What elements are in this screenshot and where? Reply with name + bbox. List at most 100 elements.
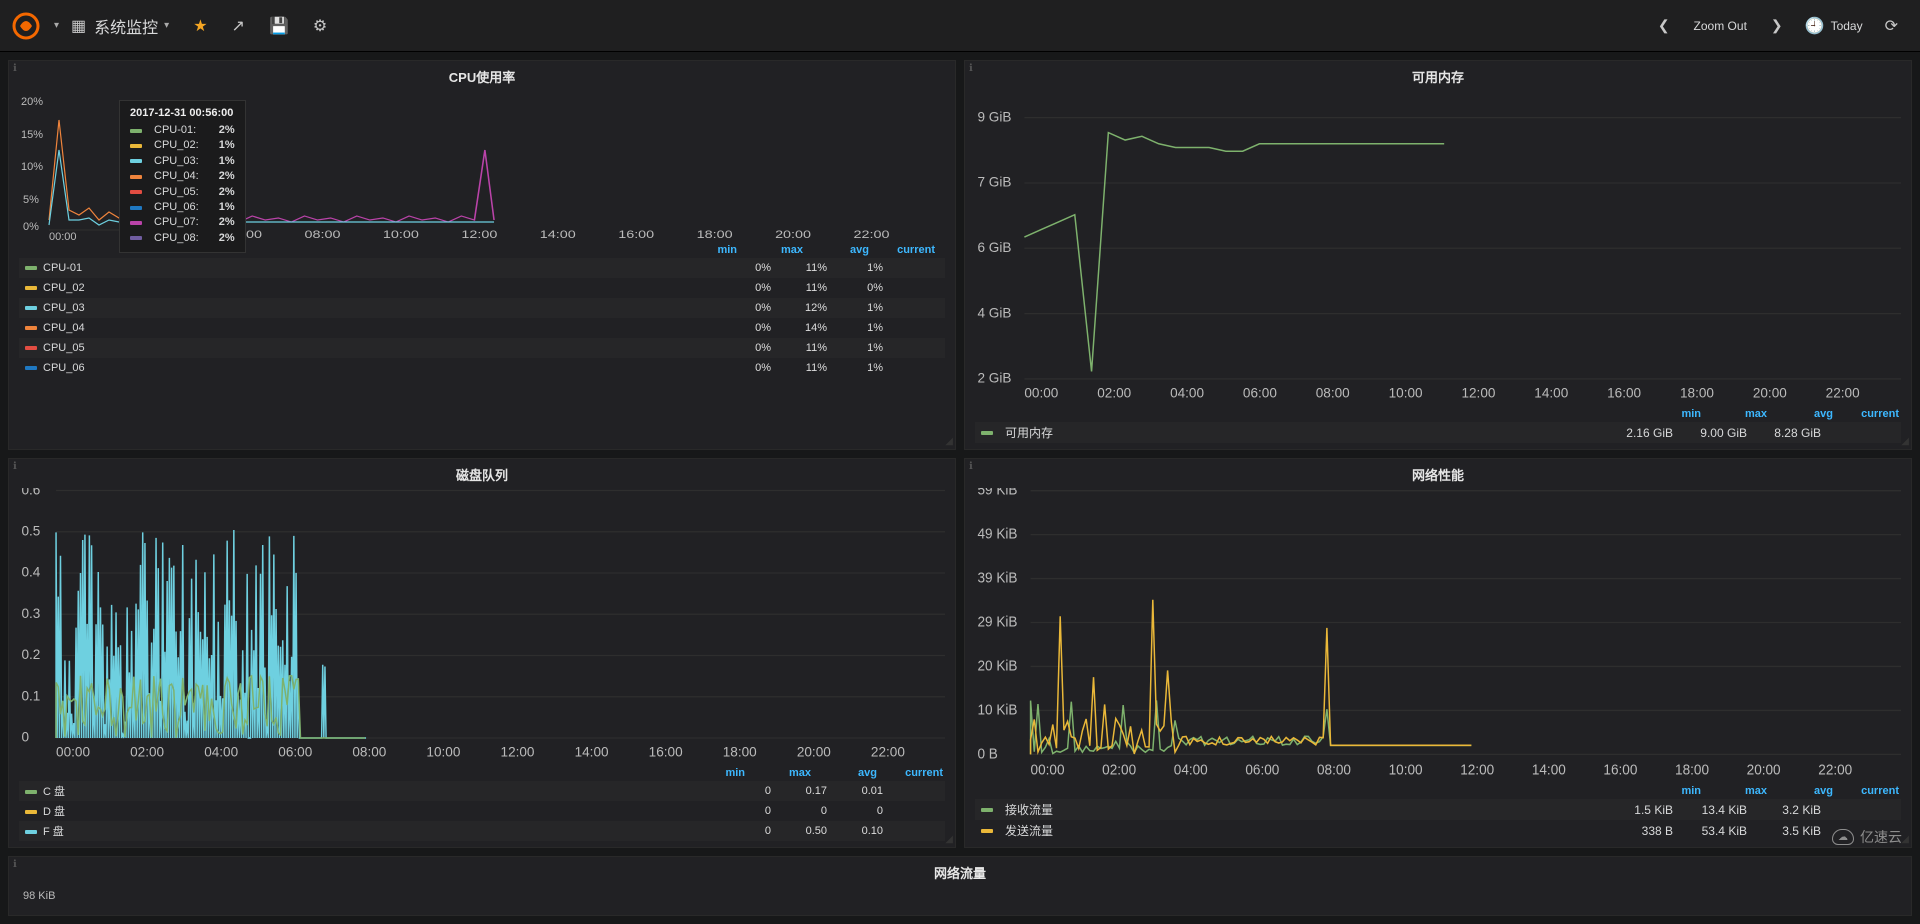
- svg-text:08:00: 08:00: [305, 228, 341, 240]
- panel-menu-icon[interactable]: ℹ: [969, 63, 973, 74]
- save-icon: 💾: [269, 16, 289, 36]
- legend-col-avg[interactable]: avg: [1785, 785, 1833, 797]
- svg-text:12:00: 12:00: [1461, 386, 1495, 401]
- legend-row[interactable]: 发送流量338 B53.4 KiB3.5 KiB: [975, 820, 1901, 841]
- legend-col-max[interactable]: max: [1719, 785, 1767, 797]
- legend-col-min[interactable]: min: [1653, 785, 1701, 797]
- legend-row[interactable]: CPU_030%12%1%: [19, 298, 945, 318]
- legend-col-min[interactable]: min: [1653, 408, 1701, 420]
- panel-menu-icon[interactable]: ℹ: [13, 461, 17, 472]
- svg-text:14:00: 14:00: [1532, 761, 1566, 778]
- panel-network: ℹ 网络性能 0 B10 KiB20 KiB29 KiB39 KiB49 KiB…: [964, 458, 1912, 848]
- svg-text:16:00: 16:00: [1603, 761, 1637, 778]
- disk-chart[interactable]: 00.10.20.30.40.50.6 00:0002:0004:0006:00…: [19, 488, 945, 763]
- panel-title[interactable]: CPU使用率: [9, 61, 955, 90]
- legend-col-min[interactable]: min: [697, 767, 745, 779]
- panel-title[interactable]: 网络性能: [965, 459, 1911, 488]
- legend-col-max[interactable]: max: [763, 767, 811, 779]
- panel-menu-icon[interactable]: ℹ: [13, 859, 17, 870]
- legend-row[interactable]: CPU_040%14%1%: [19, 318, 945, 338]
- legend-col-max[interactable]: max: [1719, 408, 1767, 420]
- svg-text:20:00: 20:00: [1747, 761, 1781, 778]
- legend-col-avg[interactable]: avg: [829, 767, 877, 779]
- y-tick-label: 98 KiB: [9, 886, 1911, 906]
- svg-text:6 GiB: 6 GiB: [977, 240, 1011, 255]
- legend-row[interactable]: CPU_060%11%1%: [19, 358, 945, 378]
- resize-handle-icon[interactable]: ◢: [945, 436, 953, 447]
- time-back-button[interactable]: ❮: [1646, 9, 1682, 42]
- top-navbar: ▾ ▦ 系统监控 ▾ ★ ↗ 💾 ⚙ ❮ Zoom Out ❯ 🕘 Today …: [0, 0, 1920, 52]
- svg-text:15%: 15%: [21, 129, 43, 141]
- legend-row[interactable]: F 盘00.500.10: [19, 821, 945, 841]
- legend-row[interactable]: C 盘00.170.01: [19, 781, 945, 801]
- legend-col-avg[interactable]: avg: [1785, 408, 1833, 420]
- legend-col-max[interactable]: max: [755, 244, 803, 256]
- watermark: ☁ 亿速云: [1832, 827, 1902, 847]
- refresh-button[interactable]: ⟳: [1873, 8, 1910, 44]
- svg-text:08:00: 08:00: [1317, 761, 1351, 778]
- svg-text:0.2: 0.2: [21, 647, 40, 662]
- svg-text:16:00: 16:00: [618, 228, 654, 240]
- legend-row[interactable]: 可用内存2.16 GiB9.00 GiB8.28 GiB: [975, 422, 1901, 443]
- time-range-picker[interactable]: 🕘 Today: [1795, 8, 1873, 44]
- legend-col-avg[interactable]: avg: [821, 244, 869, 256]
- memory-chart[interactable]: 2 GiB4 GiB6 GiB7 GiB9 GiB 00:0002:0004:0…: [975, 90, 1901, 404]
- panel-title[interactable]: 网络流量: [9, 857, 1911, 886]
- watermark-text: 亿速云: [1860, 827, 1902, 847]
- time-range-label: Today: [1831, 19, 1863, 33]
- legend-col-current[interactable]: current: [887, 244, 935, 256]
- gear-icon: ⚙: [313, 16, 327, 36]
- legend-col-current[interactable]: current: [895, 767, 943, 779]
- svg-text:06:00: 06:00: [1245, 761, 1279, 778]
- legend-row[interactable]: CPU-010%11%1%: [19, 258, 945, 278]
- panel-menu-icon[interactable]: ℹ: [969, 461, 973, 472]
- svg-text:22:00: 22:00: [1826, 386, 1860, 401]
- svg-text:20:00: 20:00: [797, 745, 831, 760]
- share-icon: ↗: [232, 16, 245, 36]
- share-button[interactable]: ↗: [220, 8, 257, 44]
- svg-text:02:00: 02:00: [130, 745, 164, 760]
- svg-text:0.3: 0.3: [21, 606, 40, 621]
- chevron-right-icon: ❯: [1771, 17, 1783, 34]
- grafana-logo-icon[interactable]: [10, 10, 42, 42]
- svg-text:2 GiB: 2 GiB: [977, 371, 1011, 386]
- svg-text:04:00: 04:00: [1170, 386, 1204, 401]
- svg-text:12:00: 12:00: [501, 745, 535, 760]
- svg-text:10:00: 10:00: [383, 228, 419, 240]
- network-chart[interactable]: 0 B10 KiB20 KiB29 KiB39 KiB49 KiB59 KiB …: [975, 488, 1901, 781]
- panel-title[interactable]: 可用内存: [965, 61, 1911, 90]
- svg-text:7 GiB: 7 GiB: [977, 175, 1011, 190]
- svg-text:00:00: 00:00: [49, 231, 77, 240]
- legend-col-min[interactable]: min: [689, 244, 737, 256]
- svg-text:5%: 5%: [23, 194, 39, 206]
- tooltip-row: CPU_04:2%: [130, 169, 235, 184]
- svg-text:18:00: 18:00: [1680, 386, 1714, 401]
- legend-col-current[interactable]: current: [1851, 785, 1899, 797]
- save-button[interactable]: 💾: [257, 8, 301, 44]
- svg-text:06:00: 06:00: [278, 745, 312, 760]
- cpu-main-chart[interactable]: 06:0008:0010:0012:0014:0016:0018:0020:00…: [213, 90, 945, 240]
- panel-menu-icon[interactable]: ℹ: [13, 63, 17, 74]
- time-forward-button[interactable]: ❯: [1759, 9, 1795, 42]
- legend-row[interactable]: CPU_020%11%0%: [19, 278, 945, 298]
- legend-row[interactable]: D 盘000: [19, 801, 945, 821]
- star-button[interactable]: ★: [181, 8, 219, 44]
- settings-button[interactable]: ⚙: [301, 8, 339, 44]
- legend-row[interactable]: 接收流量1.5 KiB13.4 KiB3.2 KiB: [975, 799, 1901, 820]
- panel-memory: ℹ 可用内存 2 GiB4 GiB6 GiB7 GiB9 GiB 00:0002…: [964, 60, 1912, 450]
- svg-text:00:00: 00:00: [56, 745, 90, 760]
- legend-col-current[interactable]: current: [1851, 408, 1899, 420]
- svg-text:12:00: 12:00: [1460, 761, 1494, 778]
- zoom-out-button[interactable]: Zoom Out: [1682, 11, 1759, 41]
- svg-text:08:00: 08:00: [1316, 386, 1350, 401]
- resize-handle-icon[interactable]: ◢: [1901, 834, 1909, 845]
- legend-row[interactable]: CPU_050%11%1%: [19, 338, 945, 358]
- svg-text:59 KiB: 59 KiB: [977, 488, 1017, 498]
- svg-text:16:00: 16:00: [649, 745, 683, 760]
- resize-handle-icon[interactable]: ◢: [945, 834, 953, 845]
- dashboard-picker[interactable]: ▦ 系统监控 ▾: [59, 6, 181, 46]
- resize-handle-icon[interactable]: ◢: [1901, 436, 1909, 447]
- svg-text:12:00: 12:00: [461, 228, 497, 240]
- legend-header: min max avg current: [975, 404, 1901, 422]
- panel-title[interactable]: 磁盘队列: [9, 459, 955, 488]
